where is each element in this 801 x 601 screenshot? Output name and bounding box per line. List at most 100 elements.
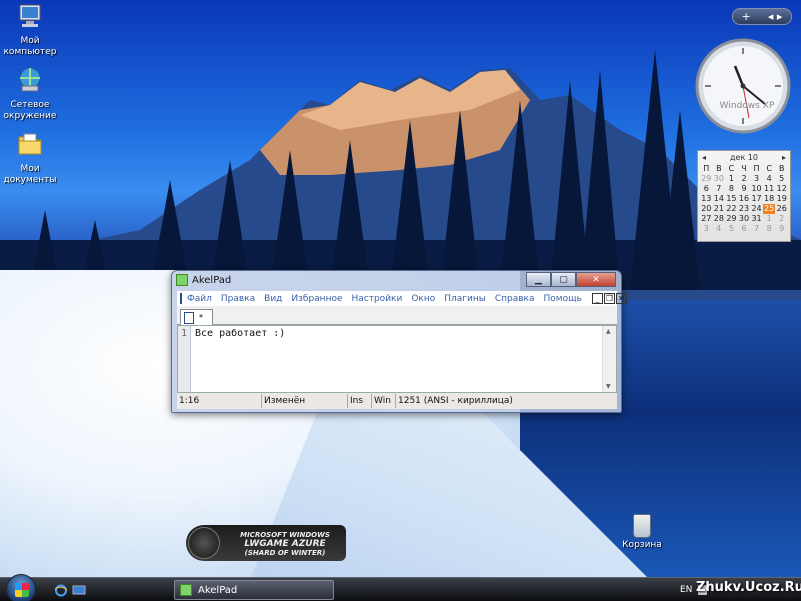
calendar-weekday: С [728, 164, 735, 173]
calendar-day[interactable]: 19 [775, 194, 788, 204]
gadget-toolbar: + ◂ ▸ [732, 8, 792, 25]
calendar-day[interactable]: 22 [725, 204, 738, 214]
calendar-day[interactable]: 24 [750, 204, 763, 214]
show-desktop-icon[interactable] [72, 584, 86, 597]
calendar-day[interactable]: 3 [750, 174, 763, 184]
start-button[interactable] [6, 574, 36, 601]
menu-settings[interactable]: Настройки [352, 294, 403, 304]
internet-explorer-icon[interactable] [54, 584, 68, 597]
minimize-button[interactable]: ▁ [526, 272, 551, 287]
desktop-icon-label: Сетевое окружение [3, 100, 57, 121]
calendar-day[interactable]: 17 [750, 194, 763, 204]
menu-edit[interactable]: Правка [221, 294, 255, 304]
calendar-day[interactable]: 21 [713, 204, 726, 214]
watermark-text: Zhukv.Ucoz.Ru [696, 580, 801, 595]
scroll-down-icon[interactable]: ▼ [606, 383, 611, 390]
calendar-day[interactable]: 1 [763, 214, 776, 224]
calendar-header: ◂ дек 10 ▸ [698, 151, 790, 164]
calendar-day[interactable]: 30 [713, 174, 726, 184]
close-button[interactable]: ✕ [576, 272, 616, 287]
calendar-day[interactable]: 2 [775, 214, 788, 224]
menu-file[interactable]: Файл [187, 294, 212, 304]
calendar-day[interactable]: 8 [725, 184, 738, 194]
desktop-icon-my-documents[interactable]: Мои документы [0, 130, 60, 186]
calendar-day[interactable]: 9 [775, 224, 788, 234]
akelpad-window[interactable]: AkelPad ▁ ▢ ✕ Файл Правка Вид Избранное … [171, 270, 627, 413]
mdi-restore-button[interactable]: ❐ [603, 293, 615, 304]
menu-help[interactable]: Справка [495, 294, 535, 304]
menu-plugins[interactable]: Плагины [444, 294, 486, 304]
calendar-day[interactable]: 29 [725, 214, 738, 224]
calendar-day[interactable]: 14 [713, 194, 726, 204]
windows-azure-logo: MICROSOFT WINDOWS LWGAME AZURE (SHARD OF… [186, 525, 346, 561]
desktop-icon-recycle-bin[interactable]: Корзина [620, 514, 664, 550]
gadget-nav-buttons[interactable]: ◂ ▸ [768, 10, 783, 23]
calendar-day[interactable]: 30 [738, 214, 751, 224]
calendar-day[interactable]: 18 [763, 194, 776, 204]
desktop-icon-label: Корзина [622, 540, 662, 550]
maximize-button[interactable]: ▢ [551, 272, 576, 287]
recycle-bin-icon [633, 514, 651, 538]
desktop-icon-my-computer[interactable]: Мой компьютер [0, 2, 60, 58]
window-title: AkelPad [192, 274, 232, 286]
menu-view[interactable]: Вид [264, 294, 282, 304]
calendar-day[interactable]: 3 [700, 224, 713, 234]
calendar-day[interactable]: 7 [750, 224, 763, 234]
status-bar: 1:16 Изменён Ins Win 1251 (ANSI - кирилл… [177, 393, 617, 409]
calendar-month: дек 10 [729, 153, 758, 162]
calendar-day[interactable]: 20 [700, 204, 713, 214]
calendar-day[interactable]: 25 [762, 204, 776, 214]
window-controls: ▁ ▢ ✕ [526, 272, 616, 287]
akelpad-icon [180, 584, 192, 596]
language-indicator[interactable]: EN [680, 585, 692, 595]
calendar-gadget[interactable]: ◂ дек 10 ▸ П В С Ч П С В 29 30 1 2 3 4 5 6 7 8 9 10 11 12 13 1… [697, 150, 791, 242]
calendar-day[interactable]: 4 [763, 174, 776, 184]
desktop-icon-network[interactable]: Сетевое окружение [0, 66, 60, 122]
calendar-day[interactable]: 23 [738, 204, 751, 214]
calendar-day[interactable]: 28 [713, 214, 726, 224]
calendar-day[interactable]: 1 [725, 174, 738, 184]
clock-gadget[interactable]: Windows XP [695, 38, 791, 134]
mdi-close-button[interactable]: ✕ [615, 293, 627, 304]
scroll-up-icon[interactable]: ▲ [606, 328, 611, 335]
calendar-prev-icon[interactable]: ◂ [702, 153, 706, 162]
document-tab[interactable]: * [180, 309, 213, 325]
calendar-day[interactable]: 10 [750, 184, 763, 194]
calendar-day[interactable]: 8 [763, 224, 776, 234]
calendar-day[interactable]: 13 [700, 194, 713, 204]
calendar-day[interactable]: 6 [700, 184, 713, 194]
calendar-day[interactable]: 16 [738, 194, 751, 204]
calendar-day[interactable]: 11 [763, 184, 776, 194]
add-gadget-button[interactable]: + [742, 10, 751, 23]
calendar-day[interactable]: 7 [713, 184, 726, 194]
calendar-day[interactable]: 27 [700, 214, 713, 224]
menu-favorites[interactable]: Избранное [291, 294, 342, 304]
calendar-day[interactable]: 5 [775, 174, 788, 184]
calendar-day[interactable]: 15 [725, 194, 738, 204]
mdi-minimize-button[interactable]: _ [591, 293, 603, 304]
calendar-weekday: П [703, 164, 710, 173]
vertical-scrollbar[interactable]: ▲ ▼ [602, 326, 616, 392]
windows-orb-logo-icon [188, 527, 220, 559]
taskbar-button-akelpad[interactable]: AkelPad [174, 580, 334, 600]
status-encoding[interactable]: 1251 (ANSI - кириллица) [396, 394, 596, 408]
menu-assist[interactable]: Помощь [544, 294, 582, 304]
calendar-day[interactable]: 12 [775, 184, 788, 194]
menu-window[interactable]: Окно [411, 294, 435, 304]
calendar-day[interactable]: 6 [738, 224, 751, 234]
calendar-day[interactable]: 29 [700, 174, 713, 184]
calendar-day[interactable]: 9 [738, 184, 751, 194]
calendar-day[interactable]: 2 [738, 174, 751, 184]
status-newline[interactable]: Win [372, 394, 396, 408]
calendar-day[interactable]: 4 [713, 224, 726, 234]
status-insert-mode[interactable]: Ins [348, 394, 372, 408]
calendar-day[interactable]: 31 [750, 214, 763, 224]
logo-line-3: (SHARD OF WINTER) [244, 549, 326, 557]
calendar-weekday: Ч [741, 164, 747, 173]
network-icon [19, 67, 41, 92]
calendar-day[interactable]: 26 [775, 204, 788, 214]
calendar-next-icon[interactable]: ▸ [782, 153, 786, 162]
logo-line-2: LWGAME AZURE [244, 539, 326, 549]
calendar-day[interactable]: 5 [725, 224, 738, 234]
text-editor[interactable]: 1 Все работает :) ▲ ▼ [177, 325, 617, 393]
